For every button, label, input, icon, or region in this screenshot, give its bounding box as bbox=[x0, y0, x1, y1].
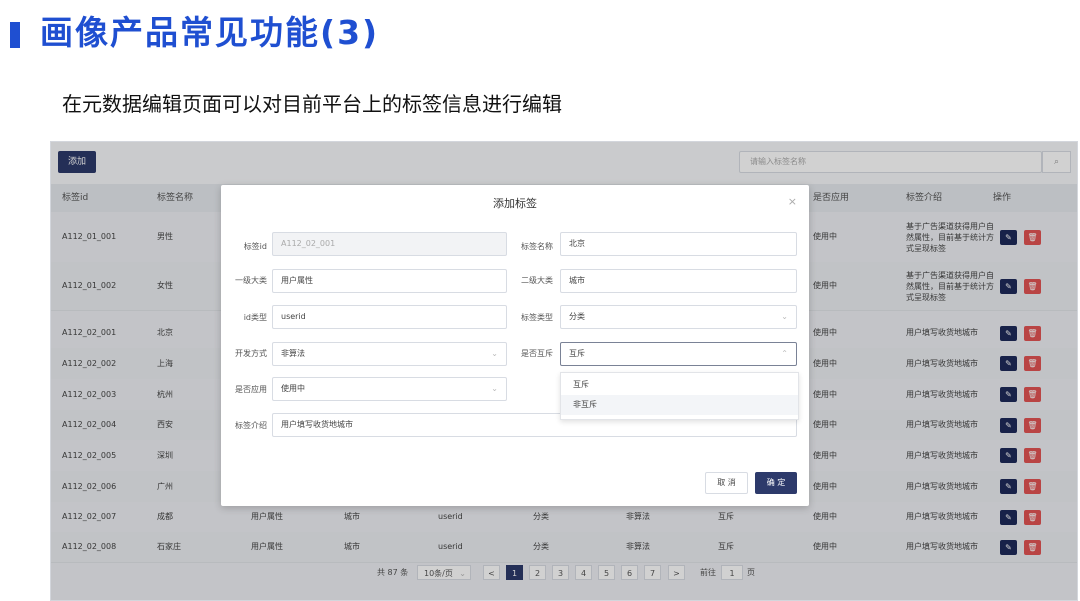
slide-title: 画像产品常见功能(3) bbox=[40, 13, 380, 52]
tag-type-label: 标签类型 bbox=[521, 313, 553, 322]
mutex-value: 互斥 bbox=[569, 349, 585, 358]
dev-method-label: 开发方式 bbox=[235, 349, 267, 358]
tag-type-select[interactable]: 分类 ⌄ bbox=[560, 305, 797, 329]
tag-name-label: 标签名称 bbox=[521, 242, 553, 251]
confirm-button[interactable]: 确 定 bbox=[755, 472, 797, 494]
id-type-label: id类型 bbox=[243, 313, 267, 322]
apply-label: 是否应用 bbox=[235, 385, 267, 394]
tag-id-field: A112_02_001 bbox=[272, 232, 507, 256]
close-icon[interactable]: × bbox=[788, 195, 797, 208]
title-accent-bar bbox=[10, 22, 20, 48]
chevron-down-icon: ⌄ bbox=[491, 384, 498, 393]
cat1-label: 一级大类 bbox=[235, 276, 267, 285]
mutex-option[interactable]: 非互斥 bbox=[561, 395, 798, 415]
cat2-field[interactable]: 城市 bbox=[560, 269, 797, 293]
tag-name-field[interactable]: 北京 bbox=[560, 232, 797, 256]
mutex-label: 是否互斥 bbox=[521, 349, 553, 358]
cat1-field[interactable]: 用户属性 bbox=[272, 269, 507, 293]
apply-value: 使用中 bbox=[281, 384, 305, 393]
apply-select[interactable]: 使用中 ⌄ bbox=[272, 377, 507, 401]
add-tag-dialog: 添加标签 × 标签id A112_02_001 标签名称 北京 一级大类 用户属… bbox=[221, 185, 809, 506]
dev-method-value: 非算法 bbox=[281, 349, 305, 358]
intro-label: 标签介绍 bbox=[235, 421, 267, 430]
id-type-field[interactable]: userid bbox=[272, 305, 507, 329]
cancel-button[interactable]: 取 消 bbox=[705, 472, 748, 494]
dialog-title: 添加标签 bbox=[493, 197, 537, 210]
chevron-down-icon: ⌄ bbox=[491, 349, 498, 358]
mutex-dropdown: 互斥 非互斥 bbox=[560, 372, 799, 420]
tag-id-label: 标签id bbox=[243, 242, 267, 251]
chevron-down-icon: ⌄ bbox=[781, 312, 788, 321]
mutex-select[interactable]: 互斥 ⌃ bbox=[560, 342, 797, 366]
app-screenshot: 添加 请输入标签名称 ⌕ 标签id标签名称一级大类二级大类id类型标签类型开发方… bbox=[50, 141, 1078, 601]
tag-type-value: 分类 bbox=[569, 312, 585, 321]
cat2-label: 二级大类 bbox=[521, 276, 553, 285]
dev-method-select[interactable]: 非算法 ⌄ bbox=[272, 342, 507, 366]
chevron-up-icon: ⌃ bbox=[781, 349, 788, 358]
slide-subtitle: 在元数据编辑页面可以对目前平台上的标签信息进行编辑 bbox=[62, 92, 562, 116]
mutex-option[interactable]: 互斥 bbox=[561, 375, 798, 395]
